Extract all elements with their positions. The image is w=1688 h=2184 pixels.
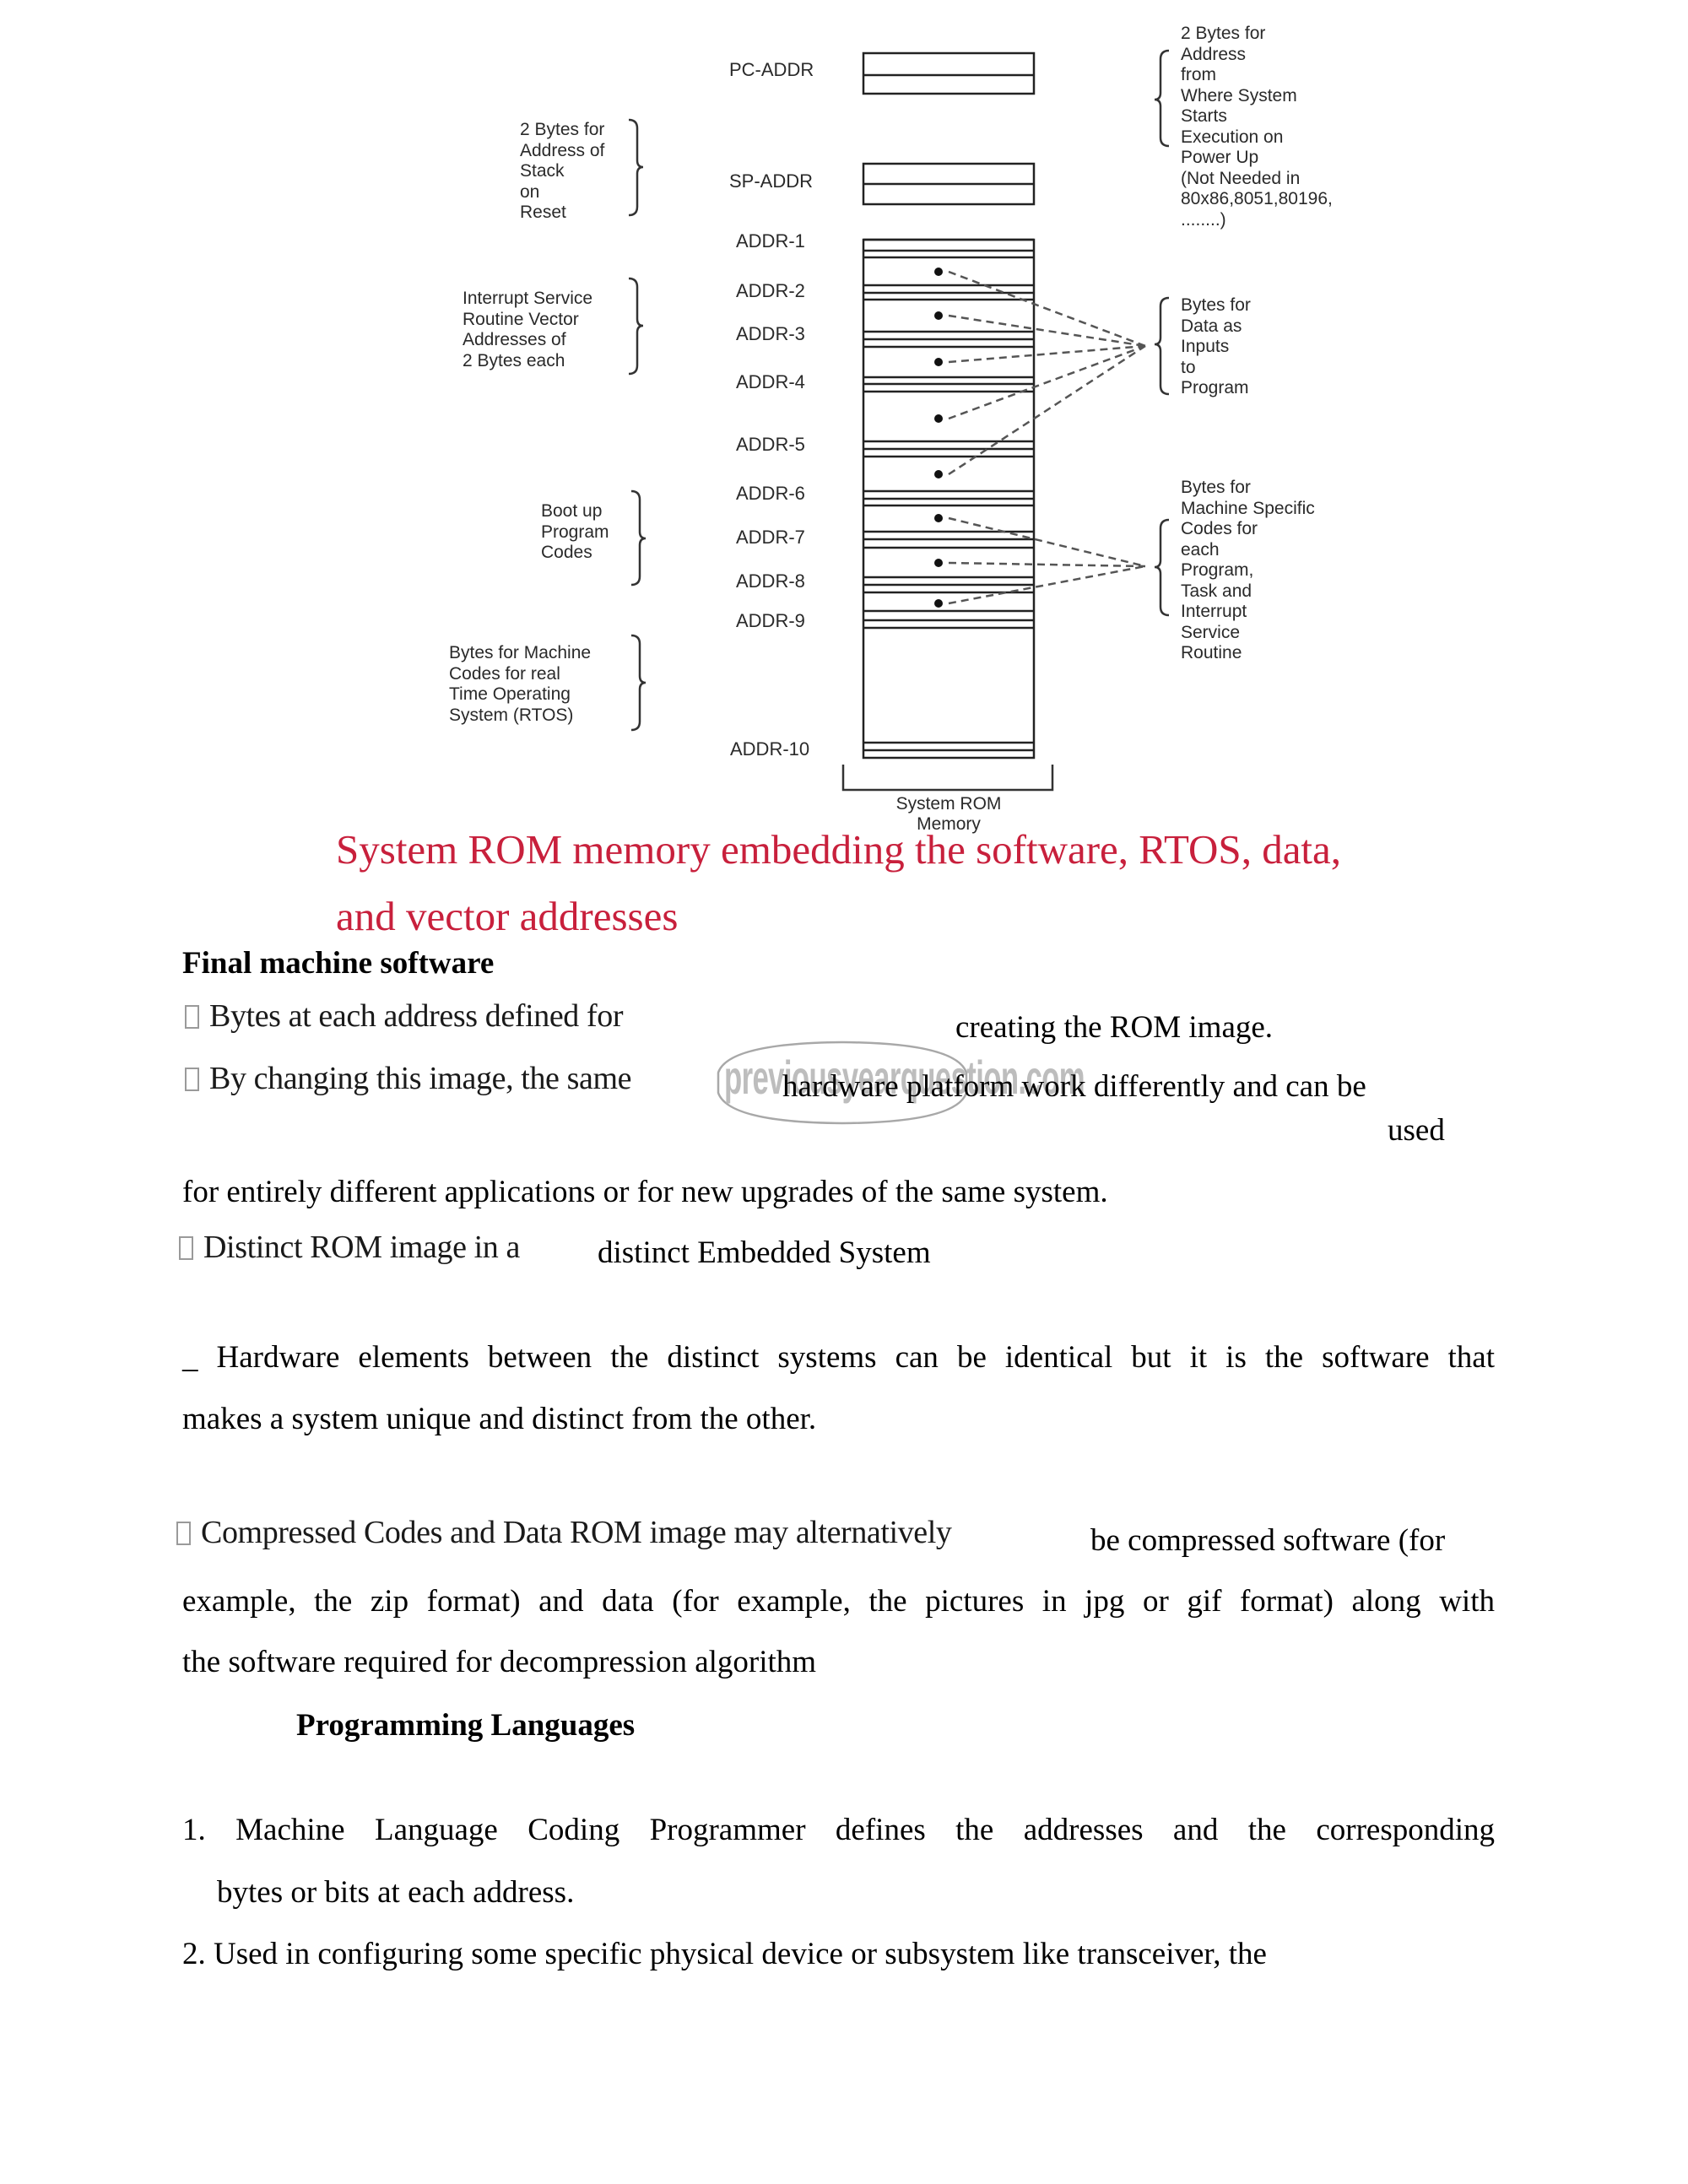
data-dot	[934, 358, 943, 366]
document-page: PC-ADDR SP-ADDR ADDR-1 ADDR-2 ADDR-3 ADD…	[0, 0, 1688, 2184]
dashed-connector	[948, 561, 1146, 568]
paragraph-line: makes a system unique and distinct from …	[182, 1402, 817, 1436]
bullet-item: Compressed Codes and Data ROM image may …	[176, 1514, 952, 1551]
bullet-continuation: distinct Embedded System	[598, 1235, 931, 1270]
data-dot	[934, 414, 943, 423]
bullet-icon	[176, 1522, 191, 1545]
pc-addr-box	[862, 51, 1036, 95]
diagram-graphics	[628, 49, 1170, 792]
bullet-continuation: creating the ROM image.	[955, 1010, 1274, 1045]
dashed-connector	[948, 344, 1146, 364]
bullet-text: Compressed Codes and Data ROM image may …	[201, 1515, 952, 1550]
addr-label: ADDR-8	[736, 570, 805, 592]
bullet-text: Bytes at each address defined for	[209, 998, 624, 1034]
annotation-start-address: 2 Bytes for Address from Where System St…	[1181, 24, 1333, 230]
dashed-connectors	[948, 270, 1146, 605]
system-rom-diagram: PC-ADDR SP-ADDR ADDR-1 ADDR-2 ADDR-3 ADD…	[0, 0, 1688, 844]
addr-label: ADDR-7	[736, 527, 805, 548]
sp-addr-label: SP-ADDR	[729, 170, 814, 192]
brace-machine-codes	[1154, 518, 1170, 617]
brace-rtos-code	[630, 634, 647, 732]
paragraph-line: for entirely different applications or f…	[182, 1175, 1108, 1209]
brace-start-address	[1154, 49, 1170, 148]
annotation-boot-code: Boot up Program Codes	[541, 501, 609, 562]
addr-label: ADDR-10	[730, 738, 810, 760]
paragraph-line: example, the zip format) and data (for e…	[182, 1584, 1495, 1619]
annotation-machine-codes: Bytes for Machine Specific Codes for eac…	[1181, 478, 1315, 662]
annotation-data-inputs: Bytes for Data as Inputs to Program	[1181, 295, 1251, 397]
data-dot	[934, 559, 943, 567]
bullet-item: Distinct ROM image in a	[179, 1229, 520, 1266]
addr-label: ADDR-9	[736, 610, 805, 631]
brace-isr-vectors	[628, 277, 644, 376]
list-item-1: 1. Machine Language Coding Programmer de…	[182, 1813, 1495, 1847]
data-dot	[934, 268, 943, 276]
bullet-item: By changing this image, the same	[185, 1060, 631, 1097]
bullet-continuation: be compressed software (for	[1090, 1523, 1446, 1558]
list-item-2: 2. Used in configuring some specific phy…	[182, 1937, 1267, 1971]
paragraph-line: the software required for decompression …	[182, 1645, 817, 1679]
dashed-connector	[948, 516, 1146, 568]
pc-addr-label: PC-ADDR	[729, 59, 814, 80]
bullet-continuation-end: used	[1388, 1113, 1445, 1148]
rom-bracket	[841, 765, 1054, 792]
brace-data-inputs	[1154, 296, 1170, 396]
dashed-connector	[948, 270, 1146, 348]
section-heading-final-machine-software: Final machine software	[182, 946, 495, 981]
data-dot	[934, 311, 943, 320]
bullet-icon	[185, 1068, 199, 1091]
addr-label: ADDR-6	[736, 483, 805, 504]
brace-stack-address	[628, 118, 644, 217]
addr-label: ADDR-1	[736, 230, 805, 251]
data-dots	[934, 268, 943, 608]
brace-boot-code	[630, 489, 647, 587]
dashed-connector	[948, 344, 1146, 476]
bullet-text: By changing this image, the same	[209, 1061, 632, 1096]
section-heading-programming-languages: Programming Languages	[296, 1708, 636, 1743]
figure-caption-line2: and vector addresses	[336, 893, 679, 939]
bullet-icon	[179, 1236, 193, 1260]
dashed-connector	[948, 344, 1146, 420]
bullet-continuation: hardware platform work differently and c…	[782, 1069, 1366, 1104]
figure-caption-line1: System ROM memory embedding the software…	[336, 826, 1342, 873]
addr-label: ADDR-3	[736, 323, 805, 344]
annotation-stack-address: 2 Bytes for Address of Stack on Reset	[520, 120, 605, 222]
bullet-icon	[185, 1005, 199, 1029]
data-dot	[934, 599, 943, 608]
paragraph-line: _ Hardware elements between the distinct…	[182, 1340, 1495, 1375]
addr-label: ADDR-2	[736, 280, 805, 301]
data-dot	[934, 514, 943, 522]
addr-label: ADDR-4	[736, 371, 805, 392]
data-dot	[934, 470, 943, 478]
annotation-rtos-code: Bytes for Machine Codes for real Time Op…	[449, 643, 592, 725]
bullet-text: Distinct ROM image in a	[203, 1230, 520, 1265]
list-item-1-continuation: bytes or bits at each address.	[217, 1875, 575, 1910]
addr-label: ADDR-5	[736, 434, 805, 455]
bullet-item: Bytes at each address defined for	[185, 997, 624, 1035]
annotation-isr-vectors: Interrupt Service Routine Vector Address…	[463, 289, 593, 370]
